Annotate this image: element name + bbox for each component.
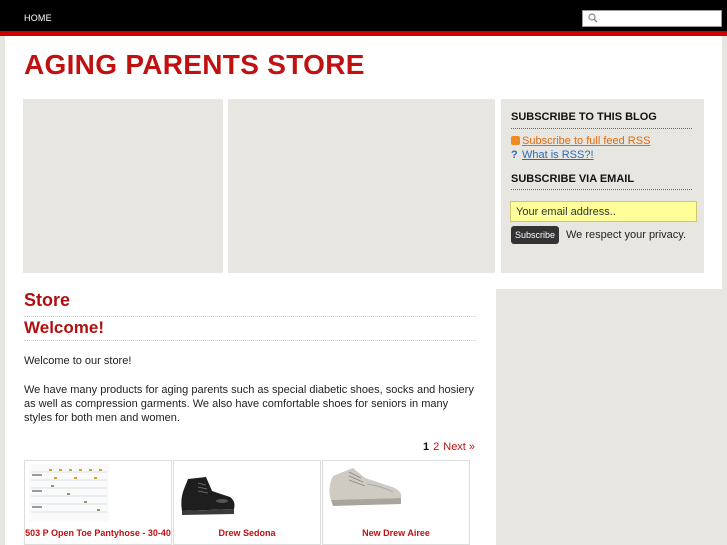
divider xyxy=(24,316,476,317)
email-field[interactable]: Your email address.. xyxy=(510,201,697,222)
what-is-rss-row: ? What is RSS?! xyxy=(511,149,594,161)
product-name[interactable]: 503 P Open Toe Pantyhose - 30-40 xyxy=(25,528,171,538)
top-nav-bar: HOME xyxy=(0,0,727,31)
search-icon xyxy=(588,13,598,23)
pagination-next[interactable]: Next » xyxy=(443,441,475,453)
product-shoe-image xyxy=(181,477,235,515)
sidebar-subscribe-panel xyxy=(501,99,704,273)
product-size-chart-image xyxy=(29,464,109,522)
rss-feed-link[interactable]: Subscribe to full feed RSS xyxy=(522,135,650,147)
sidebar-lower-panel xyxy=(496,289,722,545)
pagination-page-2[interactable]: 2 xyxy=(433,441,439,453)
pagination: 1 2 Next » xyxy=(423,441,479,453)
subscribe-email-heading: SUBSCRIBE VIA EMAIL xyxy=(511,173,635,185)
intro-text: Welcome to our store! xyxy=(24,355,132,367)
rss-icon xyxy=(511,136,520,145)
product-name[interactable]: New Drew Airee xyxy=(323,528,469,538)
nav-home-link[interactable]: HOME xyxy=(24,13,52,23)
divider xyxy=(511,128,692,129)
site-title[interactable]: AGING PARENTS STORE xyxy=(24,49,365,81)
subscribe-button[interactable]: Subscribe xyxy=(511,226,559,244)
what-is-rss-link[interactable]: What is RSS?! xyxy=(522,149,594,161)
product-card[interactable]: Drew Sedona xyxy=(173,460,321,545)
divider xyxy=(24,340,476,341)
section-heading: Welcome! xyxy=(24,318,104,337)
product-card[interactable]: 503 P Open Toe Pantyhose - 30-40 xyxy=(24,460,172,545)
page-title: Store xyxy=(24,290,71,310)
search-input[interactable] xyxy=(582,10,722,27)
product-card[interactable]: New Drew Airee xyxy=(322,460,470,545)
body-text: We have many products for aging parents … xyxy=(24,384,474,424)
featured-panel-left xyxy=(23,99,223,273)
subscribe-blog-heading: SUBSCRIBE TO THIS BLOG xyxy=(511,111,657,123)
help-icon: ? xyxy=(511,149,518,161)
featured-panel-center xyxy=(228,99,495,273)
product-shoe-image xyxy=(329,468,402,506)
product-name[interactable]: Drew Sedona xyxy=(174,528,320,538)
pagination-current: 1 xyxy=(423,441,430,453)
privacy-note: We respect your privacy. xyxy=(566,229,687,241)
rss-row: Subscribe to full feed RSS xyxy=(511,135,650,147)
divider xyxy=(511,189,692,190)
